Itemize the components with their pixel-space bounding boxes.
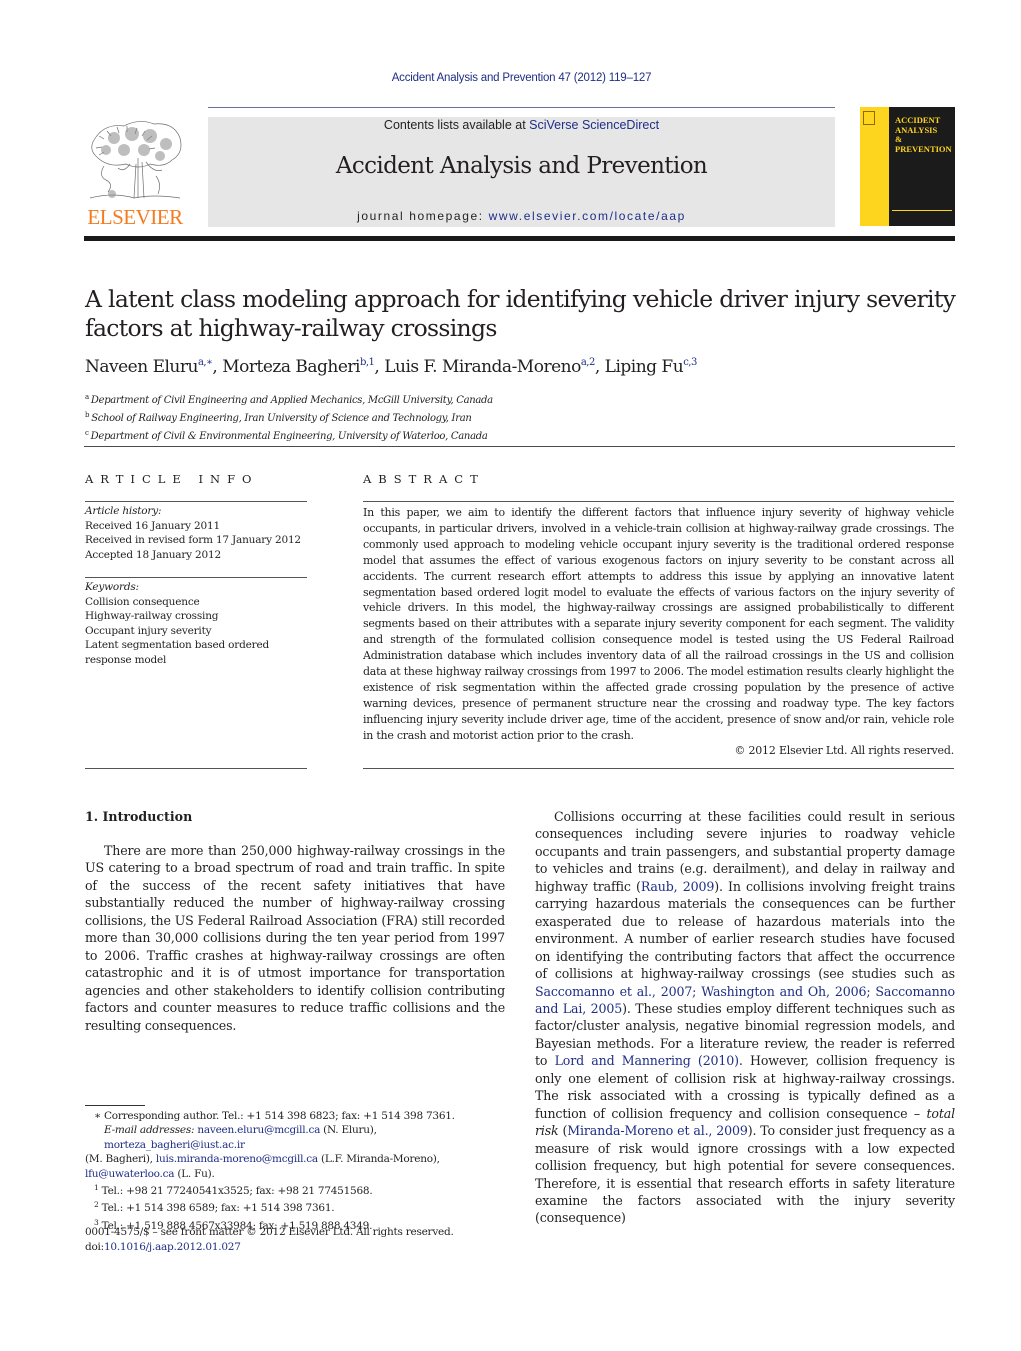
- abstract-copyright: © 2012 Elsevier Ltd. All rights reserved…: [734, 744, 954, 757]
- homepage-prefix: journal homepage:: [357, 209, 489, 223]
- body-column-left: There are more than 250,000 highway-rail…: [85, 842, 505, 1034]
- cover-title-line: PREVENTION: [895, 143, 952, 154]
- corresponding-author-note: ∗ Corresponding author. Tel.: +1 514 398…: [85, 1109, 515, 1123]
- affiliation: a Department of Civil Engineering and App…: [85, 390, 493, 408]
- article-info-rule: [85, 577, 307, 578]
- author-name[interactable]: Morteza Bagheri: [222, 357, 360, 377]
- cover-divider: [892, 210, 952, 211]
- doi-link[interactable]: 10.1016/j.aap.2012.01.027: [104, 1241, 241, 1253]
- journal-homepage-link[interactable]: www.elsevier.com/locate/aap: [489, 209, 686, 223]
- keyword: Latent segmentation based ordered respon…: [85, 639, 269, 666]
- history-item: Accepted 18 January 2012: [85, 548, 221, 561]
- abstract-heading: ABSTRACT: [363, 472, 485, 486]
- article-history: Article history: Received 16 January 201…: [85, 504, 307, 562]
- affiliation-key: c: [85, 429, 89, 437]
- abstract-text: In this paper, we aim to identify the di…: [363, 506, 954, 742]
- elsevier-logo[interactable]: ELSEVIER: [84, 118, 186, 230]
- keyword: Occupant injury severity: [85, 624, 212, 637]
- email-link[interactable]: lfu@uwaterloo.ca: [85, 1168, 175, 1180]
- text-run: ). In collisions involving freight train…: [535, 878, 956, 982]
- contents-line: Contents lists available at SciVerse Sci…: [208, 118, 835, 132]
- abstract-rule: [363, 501, 954, 502]
- doi-prefix: doi:: [85, 1240, 104, 1253]
- article-history-label: Article history:: [85, 505, 162, 517]
- author-affiliation-marker[interactable]: c,3: [683, 357, 697, 368]
- author-name[interactable]: Naveen Eluru: [85, 357, 198, 377]
- elsevier-wordmark: ELSEVIER: [87, 205, 183, 229]
- doi-line: doi:10.1016/j.aap.2012.01.027: [85, 1240, 515, 1255]
- affiliations: a Department of Civil Engineering and App…: [85, 390, 493, 444]
- email-owner: (L.F. Miranda-Moreno),: [317, 1153, 440, 1166]
- cover-elsevier-mini-logo-icon: [863, 111, 875, 125]
- article-info-heading: ARTICLE INFO: [85, 472, 259, 486]
- cover-yellow-band: [860, 107, 889, 226]
- email-addresses: E-mail addresses: naveen.eluru@mcgill.ca…: [85, 1123, 515, 1181]
- running-head[interactable]: Accident Analysis and Prevention 47 (201…: [0, 72, 1021, 84]
- article-info-rule: [85, 768, 307, 769]
- keywords: Keywords: Collision consequence Highway-…: [85, 580, 307, 667]
- front-matter-line: 0001-4575/$ – see front matter © 2012 El…: [85, 1226, 454, 1238]
- section-heading-introduction: 1. Introduction: [85, 809, 193, 824]
- cover-title-line: ANALYSIS: [895, 124, 938, 135]
- footnote: 2 Tel.: +1 514 398 6589; fax: +1 514 398…: [85, 1198, 515, 1215]
- affiliation-text: Department of Civil Engineering and Appl…: [90, 395, 493, 406]
- history-item: Received in revised form 17 January 2012: [85, 534, 301, 546]
- front-matter: 0001-4575/$ – see front matter © 2012 El…: [85, 1225, 515, 1254]
- affiliation-key: b: [85, 411, 90, 419]
- sciencedirect-link[interactable]: SciVerse ScienceDirect: [529, 118, 659, 132]
- email-owner: (M. Bagheri),: [85, 1153, 156, 1166]
- keyword: Collision consequence: [85, 595, 200, 608]
- paragraph: There are more than 250,000 highway-rail…: [85, 843, 505, 1033]
- footnote-text: Tel.: +1 514 398 6589; fax: +1 514 398 7…: [101, 1202, 335, 1215]
- footnote: 1 Tel.: +98 21 77240541x3525; fax: +98 2…: [85, 1181, 515, 1198]
- affiliation: b School of Railway Engineering, Iran Uni…: [85, 408, 493, 426]
- author-list: Naveen Elurua,∗, Morteza Bagherib,1, Lui…: [85, 357, 697, 377]
- elsevier-tree-icon: [89, 121, 182, 199]
- citation-link[interactable]: Lord and Mannering (2010): [555, 1053, 739, 1068]
- footnote-rule: [85, 1105, 145, 1106]
- author-affiliation-marker[interactable]: a,2: [581, 357, 596, 368]
- footnotes: ∗ Corresponding author. Tel.: +1 514 398…: [85, 1109, 515, 1233]
- affiliation-key: a: [85, 393, 89, 401]
- history-item: Received 16 January 2011: [85, 519, 220, 532]
- email-owner: (L. Fu).: [174, 1167, 215, 1180]
- footnote-text: Tel.: +98 21 77240541x3525; fax: +98 21 …: [101, 1185, 373, 1198]
- masthead-thick-rule: [84, 236, 955, 241]
- affiliation: c Department of Civil & Environmental Eng…: [85, 426, 493, 444]
- author-affiliation-marker[interactable]: b,1: [360, 357, 375, 368]
- citation-link[interactable]: Raub, 2009: [641, 879, 715, 894]
- text-run: ). To consider just frequency as a measu…: [535, 1123, 956, 1226]
- author-name[interactable]: Liping Fu: [605, 357, 684, 377]
- article-title: A latent class modeling approach for ide…: [85, 285, 956, 342]
- footnote-marker: ∗: [94, 1110, 101, 1122]
- affiliation-text: Department of Civil & Environmental Engi…: [90, 431, 488, 442]
- keyword: Highway-railway crossing: [85, 610, 219, 622]
- text-run: (: [558, 1123, 568, 1139]
- author-name[interactable]: Luis F. Miranda-Moreno: [384, 357, 581, 377]
- affiliation-text: School of Railway Engineering, Iran Univ…: [91, 413, 472, 424]
- contents-prefix: Contents lists available at: [383, 118, 530, 132]
- email-label: E-mail addresses:: [104, 1124, 195, 1137]
- homepage-line: journal homepage: www.elsevier.com/locat…: [208, 209, 835, 223]
- footnote-marker: 2: [94, 1200, 99, 1210]
- footnote-marker: 1: [94, 1183, 99, 1193]
- journal-masthead: Contents lists available at SciVerse Sci…: [208, 117, 835, 227]
- cover-title: ACCIDENT ANALYSIS & PREVENTION: [895, 115, 952, 154]
- abstract-rule: [363, 768, 954, 769]
- email-link[interactable]: morteza_bagheri@iust.ac.ir: [104, 1139, 245, 1151]
- citation-link[interactable]: Miranda-Moreno et al., 2009: [567, 1123, 748, 1138]
- body-column-right: Collisions occurring at these facilities…: [535, 808, 955, 1227]
- footnote-text: Corresponding author. Tel.: +1 514 398 6…: [103, 1110, 455, 1122]
- paragraph: Collisions occurring at these facilities…: [535, 808, 955, 1227]
- journal-cover-image[interactable]: ACCIDENT ANALYSIS & PREVENTION: [860, 107, 955, 226]
- email-owner: (N. Eluru),: [320, 1124, 377, 1137]
- email-link[interactable]: luis.miranda-moreno@mcgill.ca: [156, 1153, 318, 1165]
- email-link[interactable]: naveen.eluru@mcgill.ca: [197, 1124, 320, 1136]
- journal-name: Accident Analysis and Prevention: [335, 153, 708, 179]
- author-affiliation-marker[interactable]: a,∗: [198, 357, 213, 368]
- article-info-rule: [85, 501, 307, 502]
- title-divider: [84, 446, 955, 447]
- keywords-label: Keywords:: [85, 581, 139, 593]
- header-rule: [208, 107, 835, 108]
